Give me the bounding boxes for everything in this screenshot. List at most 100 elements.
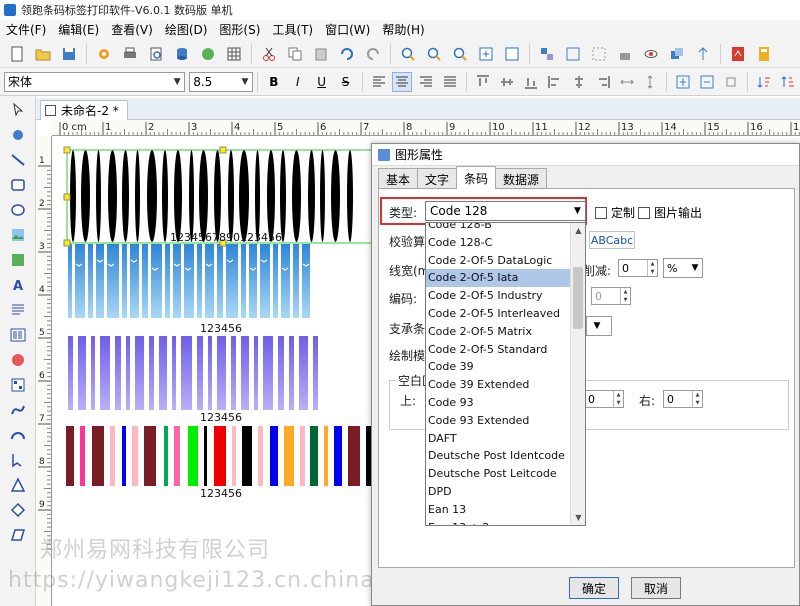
align-vcenter-icon[interactable] xyxy=(569,72,589,92)
curve-tool-icon[interactable] xyxy=(5,399,31,421)
menu-help[interactable]: 帮助(H) xyxy=(376,20,430,40)
copy-icon[interactable] xyxy=(284,43,306,65)
spinner-arrows-icon[interactable]: ▲ ▼ xyxy=(613,391,623,407)
tab-data-source[interactable]: 数据源 xyxy=(495,168,548,189)
strikethrough-button[interactable]: S xyxy=(336,72,356,92)
barcode-type-option[interactable]: Code 2-Of-5 Industry xyxy=(426,287,571,305)
new-file-icon[interactable] xyxy=(6,43,28,65)
barcode-type-option[interactable]: Code 128-C xyxy=(426,234,571,252)
shape-tool-icon[interactable] xyxy=(5,349,31,371)
line-tool-icon[interactable] xyxy=(5,149,31,171)
barcode-type-option[interactable]: Code 2-Of-5 Matrix xyxy=(426,323,571,341)
save-icon[interactable] xyxy=(58,43,80,65)
spinner-arrows-icon[interactable]: ▲ ▼ xyxy=(620,288,630,304)
barcode-type-option[interactable]: Ean 13 xyxy=(426,501,571,519)
align-vright-icon[interactable] xyxy=(593,72,613,92)
barcode-tool-icon[interactable] xyxy=(5,324,31,346)
decrease-spinner[interactable]: 0 ▲ ▼ xyxy=(618,259,658,277)
barcode-type-select[interactable]: Code 128 ▼ xyxy=(425,201,586,221)
qrcode-tool-icon[interactable] xyxy=(5,374,31,396)
align-objects-icon[interactable] xyxy=(536,43,558,65)
encoding-spinner[interactable]: 0 ▲ ▼ xyxy=(591,287,631,305)
resize-handle[interactable] xyxy=(63,193,71,201)
paste-icon[interactable] xyxy=(310,43,332,65)
font-name-select[interactable]: 宋体 ▼ xyxy=(4,71,186,92)
support-bar-select[interactable]: ▼ xyxy=(586,316,612,336)
barcode-type-dropdown[interactable]: Code 128-B Code 128-C Code 2-Of-5 DataLogi… xyxy=(425,222,586,526)
picture-tool-icon[interactable] xyxy=(5,249,31,271)
open-folder-icon[interactable] xyxy=(32,43,54,65)
rectangle-tool-icon[interactable] xyxy=(5,174,31,196)
database-icon[interactable] xyxy=(171,43,193,65)
barcode-type-option[interactable]: Deutsche Post Identcode xyxy=(426,447,571,465)
pan-icon[interactable] xyxy=(5,124,31,146)
arc-tool-icon[interactable] xyxy=(5,424,31,446)
settings-gear-icon[interactable] xyxy=(93,43,115,65)
distribute-icon[interactable] xyxy=(692,43,714,65)
align-left-icon[interactable] xyxy=(369,72,389,92)
resize-handle[interactable] xyxy=(63,146,71,154)
fit-page-icon[interactable] xyxy=(475,43,497,65)
dropdown-scrollbar[interactable]: ▲ ▼ xyxy=(570,223,585,525)
grid-icon[interactable] xyxy=(223,43,245,65)
left-margin-spinner[interactable]: 0 ▲ ▼ xyxy=(584,390,624,408)
undo-icon[interactable] xyxy=(336,43,358,65)
barcode-type-option[interactable]: Code 2-Of-5 Standard xyxy=(426,341,571,359)
parallelogram-tool-icon[interactable] xyxy=(5,524,31,546)
spinner-arrows-icon[interactable]: ▲ ▼ xyxy=(692,391,702,407)
tab-text[interactable]: 文字 xyxy=(417,168,458,189)
dialog-title-bar[interactable]: 图形属性 xyxy=(372,144,799,166)
zoom-in-icon[interactable] xyxy=(397,43,419,65)
barcode-type-option[interactable]: Code 93 Extended xyxy=(426,412,571,430)
italic-button[interactable]: I xyxy=(288,72,308,92)
menu-file[interactable]: 文件(F) xyxy=(0,20,52,40)
pdf-export-icon[interactable] xyxy=(727,43,749,65)
barcode-type-option[interactable]: DAFT xyxy=(426,430,571,448)
barcode-4-bars[interactable] xyxy=(66,426,374,486)
menu-draw[interactable]: 绘图(D) xyxy=(159,20,214,40)
cut-icon[interactable] xyxy=(258,43,280,65)
spinner-arrows-icon[interactable]: ▲ ▼ xyxy=(647,260,657,276)
unit-select[interactable]: % ▼ xyxy=(663,258,703,278)
ungroup-icon[interactable] xyxy=(588,43,610,65)
redo-icon[interactable] xyxy=(362,43,384,65)
center-horizontal-icon[interactable] xyxy=(673,72,693,92)
align-top-icon[interactable] xyxy=(473,72,493,92)
layer-order-icon[interactable] xyxy=(666,43,688,65)
sort-asc-icon[interactable] xyxy=(754,72,774,92)
menu-edit[interactable]: 编辑(E) xyxy=(52,20,105,40)
align-center-icon[interactable] xyxy=(392,71,413,92)
document-tab[interactable]: 未命名-2 * xyxy=(40,100,128,120)
right-margin-spinner[interactable]: 0 ▲ ▼ xyxy=(663,390,703,408)
barcode-1-bars[interactable] xyxy=(70,150,353,242)
font-size-select[interactable]: 8.5 ▼ xyxy=(189,71,253,92)
rotate-icon[interactable] xyxy=(721,72,741,92)
scroll-down-icon[interactable]: ▼ xyxy=(571,510,585,525)
same-height-icon[interactable] xyxy=(641,72,661,92)
cancel-button[interactable]: 取消 xyxy=(631,577,681,599)
actual-size-icon[interactable] xyxy=(501,43,523,65)
bold-button[interactable]: B xyxy=(264,72,284,92)
menu-shape[interactable]: 图形(S) xyxy=(213,20,266,40)
print-icon[interactable] xyxy=(119,43,141,65)
center-vertical-icon[interactable] xyxy=(697,72,717,92)
menu-view[interactable]: 查看(V) xyxy=(105,20,159,40)
custom-checkbox[interactable]: 定制 xyxy=(595,204,635,221)
barcode-type-option[interactable]: Code 2-Of-5 Iata xyxy=(426,269,571,288)
zoom-out-icon[interactable] xyxy=(423,43,445,65)
tab-basic[interactable]: 基本 xyxy=(378,168,419,189)
diamond-tool-icon[interactable] xyxy=(5,499,31,521)
barcode-type-option[interactable]: Ean 13 + 2 xyxy=(426,519,571,525)
barcode-2-bars[interactable] xyxy=(68,244,310,318)
barcode-type-option[interactable]: Deutsche Post Leitcode xyxy=(426,465,571,483)
data-source-icon[interactable] xyxy=(197,43,219,65)
barcode-3-bars[interactable] xyxy=(68,336,318,410)
resize-handle[interactable] xyxy=(219,146,227,154)
visibility-eye-icon[interactable] xyxy=(640,43,662,65)
menu-tools[interactable]: 工具(T) xyxy=(266,20,319,40)
print-preview-icon[interactable] xyxy=(145,43,167,65)
polyline-tool-icon[interactable] xyxy=(5,449,31,471)
sort-desc-icon[interactable] xyxy=(778,72,798,92)
triangle-tool-icon[interactable] xyxy=(5,474,31,496)
group-icon[interactable] xyxy=(562,43,584,65)
